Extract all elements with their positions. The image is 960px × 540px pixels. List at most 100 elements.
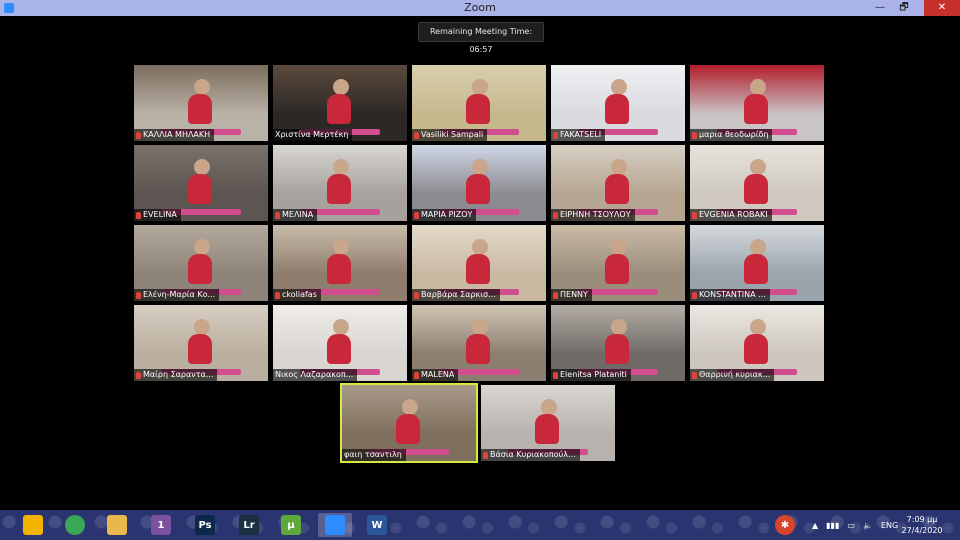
participant-name: Μαίρη Σαραντα... <box>143 370 214 379</box>
participant-head <box>611 158 628 175</box>
muted-mic-icon <box>136 291 141 299</box>
participant-video-tile[interactable]: Βάσια Κυριακοπούλ... <box>481 385 615 461</box>
participant-video-tile[interactable]: ΠΕΝΝΥ <box>551 225 685 301</box>
muted-mic-icon <box>414 371 419 379</box>
minimize-button[interactable]: — <box>868 0 892 16</box>
volume-icon[interactable]: 🔈 <box>863 521 873 530</box>
participant-head <box>472 78 489 95</box>
battery-icon[interactable]: ▭ <box>847 521 855 530</box>
taskbar-word-button[interactable]: W <box>360 513 394 537</box>
participant-head <box>750 78 767 95</box>
participant-name: ΜΑΡΙΑ ΡΙΖΟΥ <box>421 210 473 219</box>
participant-head <box>402 398 419 415</box>
tray-app-glyph: ✱ <box>775 515 795 535</box>
participant-head <box>472 158 489 175</box>
participant-body <box>187 253 212 284</box>
muted-mic-icon <box>692 291 697 299</box>
participant-video-tile[interactable]: Ελένη-Μαρία Κο... <box>134 225 268 301</box>
maximize-button[interactable]: 🗗 <box>892 0 916 16</box>
participant-name-bar: Νικος Λαζαρακοπ... <box>273 369 358 381</box>
participant-video-tile[interactable]: φαιη τσαντιλη <box>340 383 478 463</box>
muted-mic-icon <box>275 211 280 219</box>
participant-video-tile[interactable]: Νικος Λαζαρακοπ... <box>273 305 407 381</box>
participant-video-tile[interactable]: EVGENIA ROBAKI <box>690 145 824 221</box>
participant-body <box>465 173 490 204</box>
muted-mic-icon <box>692 131 697 139</box>
muted-mic-icon <box>553 371 558 379</box>
participant-name-bar: ΚΑΛΛΙΑ ΜΗΛΑΚΗ <box>134 129 215 141</box>
participant-name-bar: ΜΕΛΙΝΑ <box>273 209 318 221</box>
participant-body <box>395 413 420 444</box>
taskbar-utorrent-button[interactable]: µ <box>274 513 308 537</box>
participant-head <box>333 78 350 95</box>
participant-video-tile[interactable]: MALENA <box>412 305 546 381</box>
muted-mic-icon <box>692 211 697 219</box>
participant-video-tile[interactable]: μαρια θεοδωρίδη <box>690 65 824 141</box>
participant-video-tile[interactable]: ckoliafas <box>273 225 407 301</box>
muted-mic-icon <box>553 131 558 139</box>
participant-body <box>604 93 629 124</box>
signal-icon[interactable]: ▮▮▮ <box>826 521 839 530</box>
participant-name-bar: FAKATSELI <box>551 129 606 141</box>
lightbulb-app-icon <box>23 515 43 535</box>
participant-body <box>326 333 351 364</box>
window-title: Zoom <box>464 1 496 14</box>
participant-video-tile[interactable]: Θαρρινή κυριακ... <box>690 305 824 381</box>
participant-video-tile[interactable]: ΜΑΡΙΑ ΡΙΖΟΥ <box>412 145 546 221</box>
participant-video-tile[interactable]: ΜΕΛΙΝΑ <box>273 145 407 221</box>
language-indicator[interactable]: ENG <box>881 521 898 530</box>
zoom-icon <box>325 515 345 535</box>
utorrent-icon: µ <box>281 515 301 535</box>
participant-name-bar: Βαρβάρα Σαρκισ... <box>412 289 500 301</box>
participant-name-bar: μαρια θεοδωρίδη <box>690 129 773 141</box>
participant-video-tile[interactable]: ΕΙΡΗΝΗ ΤΣΟΥΛΟΥ <box>551 145 685 221</box>
taskbar: 1 Ps Lr µ W ✱ ▲ ▮▮▮ ▭ 🔈 ENG 7:09 μμ 27/4/202… <box>0 510 960 540</box>
participant-name: ΚΑΛΛΙΑ ΜΗΛΑΚΗ <box>143 130 211 139</box>
participant-name-bar: Ελένη-Μαρία Κο... <box>134 289 220 301</box>
muted-mic-icon <box>692 371 697 379</box>
participant-name: Θαρρινή κυριακ... <box>699 370 771 379</box>
participant-body <box>604 333 629 364</box>
taskbar-zoom-button[interactable] <box>318 513 352 537</box>
participant-video-tile[interactable]: ΚΑΛΛΙΑ ΜΗΛΑΚΗ <box>134 65 268 141</box>
participant-video-tile[interactable]: Vasiliki Sampali <box>412 65 546 141</box>
muted-mic-icon <box>414 131 419 139</box>
participant-video-tile[interactable]: EVELINA <box>134 145 268 221</box>
participant-name: φαιη τσαντιλη <box>344 450 402 459</box>
tray-app-icon[interactable]: ✱ <box>768 513 802 537</box>
taskbar-photoshop-button[interactable]: Ps <box>188 513 222 537</box>
participant-body <box>465 93 490 124</box>
participant-video-tile[interactable]: FAKATSELI <box>551 65 685 141</box>
participant-video-tile[interactable]: Βαρβάρα Σαρκισ... <box>412 225 546 301</box>
taskbar-lightbulb-app-button[interactable] <box>16 513 50 537</box>
photoshop-icon: Ps <box>195 515 215 535</box>
participant-body <box>743 173 768 204</box>
participant-name-bar: KONSTANTINA ... <box>690 289 770 301</box>
participant-video-tile[interactable]: Χριστίνα Μερτέκη <box>273 65 407 141</box>
participant-name-bar: MALENA <box>412 369 459 381</box>
participant-body <box>326 173 351 204</box>
participant-name-bar: EVGENIA ROBAKI <box>690 209 772 221</box>
participant-name-bar: Vasiliki Sampali <box>412 129 488 141</box>
participant-head <box>750 158 767 175</box>
participant-name: ΕΙΡΗΝΗ ΤΣΟΥΛΟΥ <box>560 210 631 219</box>
tray-up-arrow-icon[interactable]: ▲ <box>812 521 818 530</box>
participant-head <box>750 238 767 255</box>
muted-mic-icon <box>414 211 419 219</box>
participant-video-tile[interactable]: Μαίρη Σαραντα... <box>134 305 268 381</box>
participant-body <box>326 93 351 124</box>
taskbar-viber-button[interactable]: 1 <box>144 513 178 537</box>
participant-name: Βάσια Κυριακοπούλ... <box>490 450 576 459</box>
participant-video-tile[interactable]: Elenitsa Plataniti <box>551 305 685 381</box>
taskbar-file-explorer-button[interactable] <box>100 513 134 537</box>
taskbar-lightroom-button[interactable]: Lr <box>232 513 266 537</box>
clock[interactable]: 7:09 μμ 27/4/2020 <box>898 514 946 536</box>
muted-mic-icon <box>553 291 558 299</box>
participant-name: Vasiliki Sampali <box>421 130 484 139</box>
participant-head <box>611 238 628 255</box>
close-button[interactable]: ✕ <box>924 0 960 16</box>
participant-name-bar: Βάσια Κυριακοπούλ... <box>481 449 580 461</box>
taskbar-chrome-button[interactable] <box>58 513 92 537</box>
window-title-bar: Zoom — 🗗 ✕ <box>0 0 960 16</box>
participant-video-tile[interactable]: KONSTANTINA ... <box>690 225 824 301</box>
